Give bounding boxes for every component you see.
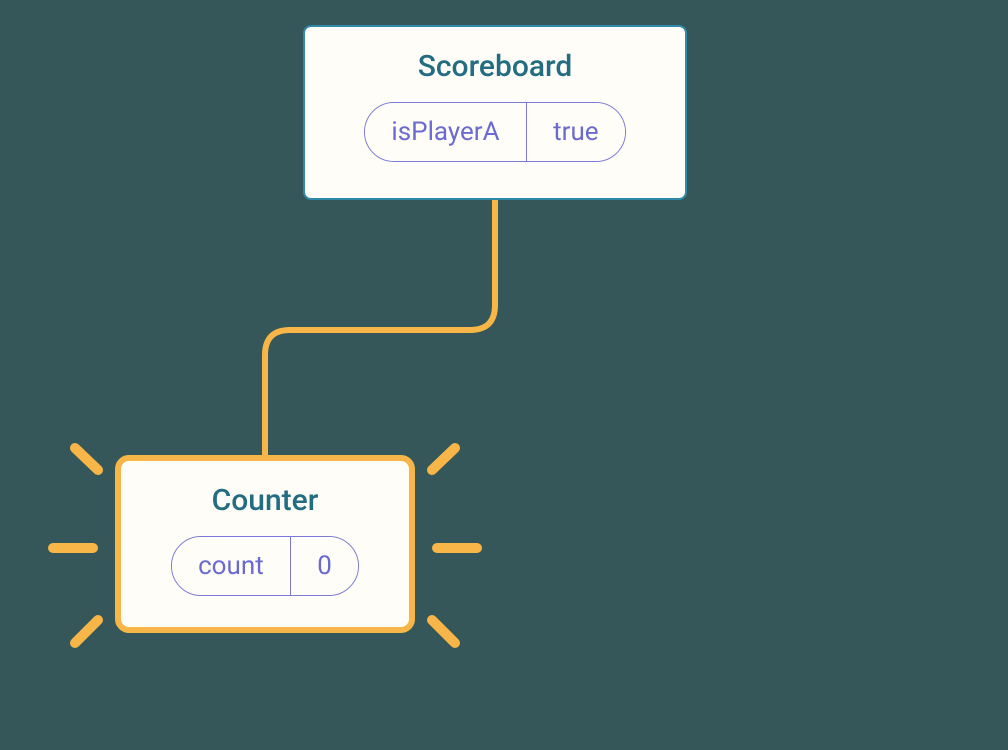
prop-pill-count: count 0 [171, 536, 359, 596]
prop-value: true [527, 103, 624, 161]
prop-pill-isplayera: isPlayerA true [364, 102, 625, 162]
prop-key: isPlayerA [365, 103, 525, 161]
node-counter-title: Counter [149, 483, 381, 518]
node-scoreboard: Scoreboard isPlayerA true [303, 25, 687, 200]
node-scoreboard-title: Scoreboard [333, 49, 657, 84]
edge-scoreboard-to-counter [265, 200, 495, 455]
prop-value: 0 [291, 537, 358, 595]
prop-key: count [172, 537, 290, 595]
diagram-stage: Scoreboard isPlayerA true Counter count … [0, 0, 1008, 750]
node-counter: Counter count 0 [115, 455, 415, 633]
